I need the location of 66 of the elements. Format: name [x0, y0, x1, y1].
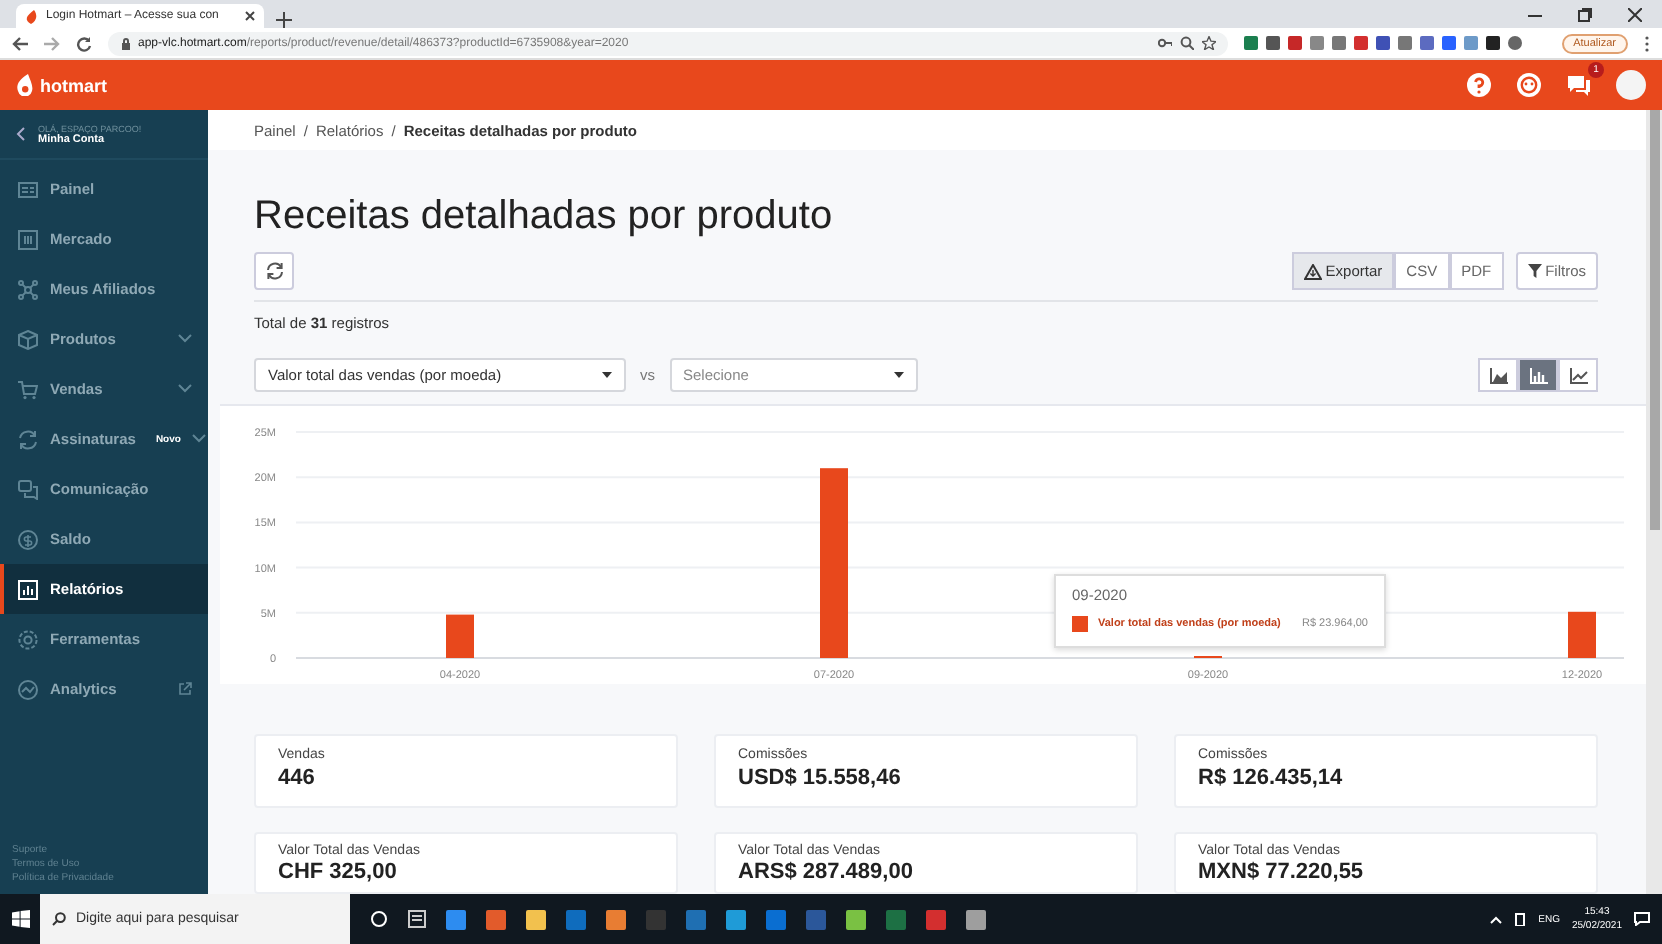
windows-logo-icon[interactable] [11, 910, 29, 928]
star-icon[interactable] [1202, 36, 1216, 50]
back-chevron-icon[interactable] [16, 126, 26, 142]
chat-icon[interactable] [1566, 72, 1592, 98]
stat-value: ARS$ 287.489,00 [738, 860, 915, 884]
chart-bar [1568, 611, 1596, 658]
stat-value: 446 [278, 766, 317, 790]
stat-value: USD$ 15.558,46 [738, 766, 903, 790]
chart-type-button[interactable] [1558, 358, 1598, 392]
network-icon [18, 279, 38, 299]
stat-value: CHF 325,00 [278, 860, 399, 884]
scrollbar-thumb[interactable] [1649, 110, 1659, 530]
battery-icon[interactable] [1514, 912, 1527, 926]
chevron-down-icon [192, 434, 207, 444]
help-icon[interactable] [1466, 72, 1492, 98]
area-chart-icon [1489, 367, 1507, 383]
reload-icon[interactable] [76, 35, 92, 51]
notification-icon[interactable] [1634, 912, 1650, 926]
profile-icon[interactable] [1508, 36, 1522, 50]
dollar-coin-icon [18, 529, 38, 549]
chevron-down-icon [178, 384, 192, 394]
caret-icon [893, 372, 903, 378]
external-link-icon [178, 682, 192, 696]
caret-icon [602, 372, 612, 378]
close-icon[interactable] [244, 10, 256, 22]
back-arrow-icon[interactable] [12, 35, 28, 51]
task-view-icon[interactable] [370, 910, 388, 928]
box-icon [18, 329, 38, 349]
chevron-up-icon[interactable] [1490, 915, 1503, 923]
flame-icon [16, 74, 34, 96]
chat-icon [18, 479, 38, 499]
chart-bar [446, 614, 474, 658]
page-title: Receitas detalhadas por produto [254, 192, 835, 242]
windows-panel-icon[interactable] [408, 910, 426, 928]
export-icon [1303, 263, 1322, 279]
cart-icon [18, 379, 38, 399]
menu-icon[interactable] [1644, 35, 1650, 51]
filter-icon [1527, 264, 1542, 278]
line-chart-icon [1569, 367, 1587, 383]
cycle-arrows-icon [18, 429, 38, 449]
key-icon[interactable] [1158, 36, 1172, 50]
dashboard-icon [18, 179, 38, 199]
lock-icon [120, 37, 132, 49]
chart-icon [18, 579, 38, 599]
bar-chart-icon [1529, 367, 1547, 383]
avatar[interactable] [1616, 70, 1646, 100]
refresh-icon [265, 262, 283, 280]
flame-icon [24, 9, 38, 23]
chart-type-button[interactable] [1478, 358, 1518, 392]
chart-type-button[interactable] [1518, 358, 1558, 392]
gear-icon [18, 629, 38, 649]
grid-icon [18, 229, 38, 249]
legend-swatch [1072, 616, 1088, 632]
chevron-down-icon [178, 334, 192, 344]
close-icon[interactable] [1628, 7, 1642, 21]
zoom-icon[interactable] [1180, 36, 1194, 50]
face-icon[interactable] [1516, 72, 1542, 98]
analytics-icon [18, 679, 38, 699]
refresh-button[interactable] [254, 252, 294, 290]
logo-text: hotmart [40, 75, 107, 95]
new-tab-icon[interactable] [276, 12, 292, 28]
stat-value: R$ 126.435,14 [1198, 766, 1345, 790]
stat-value: MXN$ 77.220,55 [1198, 860, 1366, 884]
search-icon [52, 912, 66, 926]
scrollbar[interactable] [1646, 110, 1662, 894]
restore-icon[interactable] [1578, 7, 1592, 21]
